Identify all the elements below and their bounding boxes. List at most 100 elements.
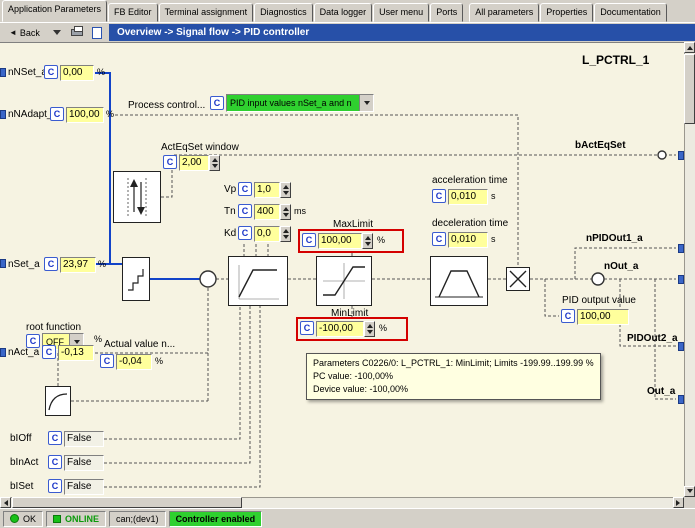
binact-field[interactable]: False <box>64 455 104 471</box>
tn-spinner[interactable] <box>280 204 291 220</box>
tab-fb-editor[interactable]: FB Editor <box>108 3 158 22</box>
kd-field[interactable]: 0,0 <box>254 226 280 242</box>
root-function-c-button[interactable]: C <box>26 334 40 348</box>
tn-unit: ms <box>294 206 306 217</box>
bioff-field[interactable]: False <box>64 431 104 447</box>
parameter-tooltip: Parameters C0226/0: L_PCTRL_1: MinLimit;… <box>306 353 601 400</box>
vertical-scroll-thumb[interactable] <box>684 54 695 124</box>
horizontal-scroll-thumb[interactable] <box>12 497 242 508</box>
acteqset-c-button[interactable]: C <box>163 155 177 169</box>
minlimit-field[interactable]: -100,00 <box>316 321 364 337</box>
bioff-label: bIOff <box>10 433 32 444</box>
tn-field[interactable]: 400 <box>254 204 280 220</box>
tab-application-parameters[interactable]: Application Parameters <box>2 0 107 22</box>
application-window: Application Parameters FB Editor Termina… <box>0 0 695 528</box>
maxlimit-c-button[interactable]: C <box>302 233 316 247</box>
arrow-down-icon[interactable] <box>49 25 66 40</box>
back-arrow-icon: ◄ <box>9 28 17 37</box>
nact-label: nAct_a <box>8 347 39 358</box>
vertical-scrollbar[interactable] <box>684 42 695 497</box>
vp-c-button[interactable]: C <box>238 182 252 196</box>
nnset-field[interactable]: 0,00 <box>60 65 94 81</box>
status-online-panel: ONLINE <box>46 511 106 527</box>
decel-c-button[interactable]: C <box>432 232 446 246</box>
process-control-c-button[interactable]: C <box>210 96 224 110</box>
printer-icon[interactable] <box>69 25 86 40</box>
setpoint-shaper-block[interactable] <box>122 257 150 301</box>
decel-field[interactable]: 0,010 <box>448 232 488 248</box>
document-icon[interactable] <box>89 25 106 40</box>
actual-value-c-button[interactable]: C <box>100 354 114 368</box>
vp-spinner[interactable] <box>280 182 291 198</box>
actual-value-unit: % <box>155 356 163 367</box>
nset-c-button[interactable]: C <box>44 257 58 271</box>
process-control-dropdown[interactable]: PID input values nSet_a and n <box>226 94 374 112</box>
tooltip-line-3: Device value: -100,00% <box>313 383 594 396</box>
horizontal-scrollbar[interactable] <box>0 497 684 508</box>
pid-output-field[interactable]: 100,00 <box>577 309 629 325</box>
ok-status-text: OK <box>23 514 36 524</box>
binact-c-button[interactable]: C <box>48 455 62 469</box>
acteqset-field[interactable]: 2,00 <box>179 155 209 171</box>
back-button[interactable]: ◄ Back <box>3 25 46 41</box>
saturation-symbol <box>317 257 371 305</box>
binact-label: bInAct <box>10 457 38 468</box>
kd-label: Kd <box>224 228 236 239</box>
root-function-block[interactable] <box>45 386 71 416</box>
root-function-label: root function <box>26 322 81 333</box>
tn-c-button[interactable]: C <box>238 204 252 218</box>
scroll-right-button[interactable] <box>673 497 684 508</box>
tab-properties[interactable]: Properties <box>540 3 593 22</box>
root-curve-symbol <box>46 387 70 415</box>
nnadapt-field[interactable]: 100,00 <box>66 107 104 123</box>
scroll-up-button[interactable] <box>684 42 695 53</box>
kd-spinner[interactable] <box>280 226 291 242</box>
tab-bar: Application Parameters FB Editor Termina… <box>0 0 695 23</box>
nact-field[interactable]: -0,13 <box>58 345 94 361</box>
dropdown-arrow-icon[interactable] <box>359 95 373 111</box>
minlimit-spinner[interactable] <box>364 321 375 337</box>
nset-field[interactable]: 23,97 <box>60 257 96 273</box>
nnset-label: nNSet_a <box>8 67 47 78</box>
biset-field[interactable]: False <box>64 479 104 495</box>
limiter-block[interactable] <box>316 256 372 306</box>
bioff-c-button[interactable]: C <box>48 431 62 445</box>
multiplier-block[interactable] <box>506 267 530 291</box>
tab-user-menu[interactable]: User menu <box>373 3 429 22</box>
pid-block[interactable] <box>228 256 288 306</box>
input-port-nact <box>0 348 6 357</box>
accel-field[interactable]: 0,010 <box>448 189 488 205</box>
tab-ports[interactable]: Ports <box>430 3 463 22</box>
nset-label: nSet_a <box>8 259 40 270</box>
vp-field[interactable]: 1,0 <box>254 182 280 198</box>
nout-label: nOut_a <box>604 261 638 272</box>
tab-data-logger[interactable]: Data logger <box>314 3 373 22</box>
biset-c-button[interactable]: C <box>48 479 62 493</box>
online-status-icon <box>53 515 61 523</box>
tab-diagnostics[interactable]: Diagnostics <box>254 3 313 22</box>
nact-c-button[interactable]: C <box>42 345 56 359</box>
ramp-block[interactable] <box>430 256 488 306</box>
nnadapt-unit: % <box>106 109 114 120</box>
actual-value-field[interactable]: -0,04 <box>116 354 152 370</box>
minlimit-c-button[interactable]: C <box>300 321 314 335</box>
scroll-down-button[interactable] <box>684 486 695 497</box>
pid-output-c-button[interactable]: C <box>561 309 575 323</box>
block-title: L_PCTRL_1 <box>582 53 649 67</box>
scroll-left-button[interactable] <box>0 497 11 508</box>
tab-terminal-assignment[interactable]: Terminal assignment <box>159 3 254 22</box>
window-comparator-block[interactable] <box>113 171 161 223</box>
maxlimit-field[interactable]: 100,00 <box>318 233 362 249</box>
accel-c-button[interactable]: C <box>432 189 446 203</box>
kd-c-button[interactable]: C <box>238 226 252 240</box>
nnadapt-c-button[interactable]: C <box>50 107 64 121</box>
tab-documentation[interactable]: Documentation <box>594 3 667 22</box>
actual-value-label: Actual value n... <box>104 339 175 350</box>
diagram-canvas: L_PCTRL_1 nNSet_a C 0,00 % nNAdapt_a C 1… <box>0 42 684 497</box>
nnset-c-button[interactable]: C <box>44 65 58 79</box>
controller-status-text: Controller enabled <box>176 514 256 524</box>
maxlimit-spinner[interactable] <box>362 233 373 249</box>
decel-unit: s <box>491 234 496 245</box>
tab-all-parameters[interactable]: All parameters <box>469 3 539 22</box>
acteqset-spinner[interactable] <box>209 155 220 171</box>
